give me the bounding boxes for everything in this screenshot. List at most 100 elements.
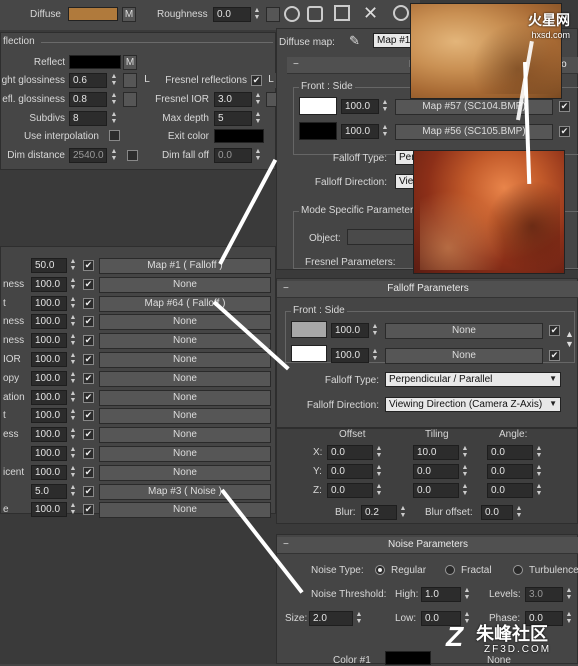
front-amount-input-2[interactable]: 100.0 — [331, 323, 369, 338]
reflect-map-button[interactable]: M — [123, 55, 137, 70]
reset-icon[interactable]: ✕ — [363, 4, 381, 22]
map-slot-enable-checkbox[interactable]: ✔ — [83, 391, 94, 403]
high-spinner[interactable]: ▲ ▼ — [462, 587, 472, 602]
z-tiling-input[interactable]: 0.0 — [413, 483, 459, 498]
refl-glossiness-input[interactable]: 0.8 — [69, 92, 107, 107]
roughness-map-button[interactable] — [266, 7, 280, 22]
side-map-checkbox-2[interactable]: ✔ — [549, 350, 560, 361]
map-slot-enable-checkbox[interactable]: ✔ — [83, 354, 94, 365]
x-tiling-spinner[interactable]: ▲ ▼ — [460, 445, 470, 460]
y-angle-spinner[interactable]: ▲ ▼ — [534, 464, 544, 479]
map-slot-button[interactable]: Map #1 ( Falloff ) — [99, 258, 271, 274]
side-amount-spinner-2[interactable]: ▲ ▼ — [370, 348, 380, 363]
blur-input[interactable]: 0.2 — [361, 505, 397, 520]
assign-material-icon[interactable] — [334, 5, 350, 21]
map-slot-amount-spinner[interactable]: ▲ ▼ — [68, 258, 78, 273]
size-spinner[interactable]: ▲ ▼ — [354, 611, 364, 626]
dim-distance-input[interactable]: 2540.0 — [69, 148, 107, 163]
map-slot-amount-spinner[interactable]: ▲ ▼ — [68, 427, 78, 442]
map-slot-amount-input[interactable]: 100.0 — [31, 427, 67, 443]
max-depth-input[interactable]: 5 — [214, 111, 252, 126]
diffuse-map-button[interactable]: M — [122, 7, 136, 22]
z-offset-spinner[interactable]: ▲ ▼ — [374, 483, 384, 498]
falloff-direction-dropdown-2[interactable]: Viewing Direction (Camera Z-Axis) ▼ — [385, 397, 561, 412]
x-angle-input[interactable]: 0.0 — [487, 445, 533, 460]
map-slot-button[interactable]: None — [99, 352, 271, 368]
side-amount-spinner-1[interactable]: ▲ ▼ — [380, 124, 390, 139]
map-slot-amount-spinner[interactable]: ▲ ▼ — [68, 446, 78, 461]
front-amount-input-1[interactable]: 100.0 — [341, 99, 379, 114]
side-map-checkbox-1[interactable]: ✔ — [559, 126, 570, 137]
front-map-checkbox-2[interactable]: ✔ — [549, 325, 560, 336]
map-slot-amount-input[interactable]: 100.0 — [31, 446, 67, 461]
side-amount-input-1[interactable]: 100.0 — [341, 124, 379, 139]
map-slot-amount-input[interactable]: 5.0 — [31, 483, 67, 499]
fresnel-ior-input[interactable]: 3.0 — [214, 92, 252, 107]
blur-offset-spinner[interactable]: ▲ ▼ — [514, 505, 524, 520]
map-slot-amount-input[interactable]: 100.0 — [31, 333, 67, 349]
map-slot-amount-input[interactable]: 100.0 — [31, 464, 67, 480]
refl-glossiness-spinner[interactable]: ▲ ▼ — [109, 92, 119, 107]
map-slot-enable-checkbox[interactable]: ✔ — [83, 485, 94, 497]
y-offset-spinner[interactable]: ▲ ▼ — [374, 464, 384, 479]
get-material-icon[interactable] — [284, 6, 300, 22]
map-slot-button[interactable]: None — [99, 446, 271, 462]
map-slot-enable-checkbox[interactable]: ✔ — [83, 448, 94, 459]
map-slot-enable-checkbox[interactable]: ✔ — [83, 278, 94, 290]
front-map-button-1[interactable]: Map #57 (SC104.BMP) — [395, 99, 553, 115]
map-slot-amount-spinner[interactable]: ▲ ▼ — [68, 502, 78, 517]
map-slot-amount-input[interactable]: 100.0 — [31, 502, 67, 518]
x-offset-input[interactable]: 0.0 — [327, 445, 373, 460]
map-slot-button[interactable]: None — [99, 370, 271, 387]
map-slot-button[interactable]: None — [99, 389, 271, 406]
z-angle-spinner[interactable]: ▲ ▼ — [534, 483, 544, 498]
map-slot-enable-checkbox[interactable]: ✔ — [83, 466, 94, 478]
z-tiling-spinner[interactable]: ▲ ▼ — [460, 483, 470, 498]
map-slot-amount-input[interactable]: 100.0 — [31, 389, 67, 405]
copy-material-icon[interactable] — [393, 5, 409, 21]
y-angle-input[interactable]: 0.0 — [487, 464, 533, 479]
map-slot-enable-checkbox[interactable]: ✔ — [83, 410, 94, 422]
map-slot-button[interactable]: Map #3 ( Noise ) — [99, 483, 271, 500]
map-slot-button[interactable]: Map #64 ( Falloff ) — [99, 295, 271, 312]
noise-regular-radio[interactable] — [375, 565, 385, 575]
falloff-params-header[interactable]: − Falloff Parameters — [277, 281, 578, 298]
color1-swatch[interactable] — [385, 651, 431, 665]
side-color-swatch-2[interactable] — [291, 345, 327, 362]
map-slot-enable-checkbox[interactable]: ✔ — [83, 429, 94, 441]
y-tiling-spinner[interactable]: ▲ ▼ — [460, 464, 470, 479]
map-slot-enable-checkbox[interactable]: ✔ — [83, 316, 94, 328]
side-amount-input-2[interactable]: 100.0 — [331, 348, 369, 363]
map-slot-amount-spinner[interactable]: ▲ ▼ — [68, 408, 78, 423]
glossiness-spinner[interactable]: ▲ ▼ — [109, 73, 119, 88]
falloff-type-dropdown-2[interactable]: Perpendicular / Parallel ▼ — [385, 372, 561, 387]
noise-params-header[interactable]: − Noise Parameters — [277, 537, 578, 554]
map-slot-enable-checkbox[interactable]: ✔ — [83, 297, 94, 309]
map-slot-amount-spinner[interactable]: ▲ ▼ — [68, 484, 78, 499]
front-map-checkbox-1[interactable]: ✔ — [559, 101, 570, 112]
front-map-button-2[interactable]: None — [385, 323, 543, 339]
object-pick-button[interactable] — [347, 229, 417, 245]
max-depth-spinner[interactable]: ▲ ▼ — [253, 111, 263, 126]
glossiness-input[interactable]: 0.6 — [69, 73, 107, 88]
map-slot-amount-spinner[interactable]: ▲ ▼ — [68, 333, 78, 348]
map-slot-enable-checkbox[interactable]: ✔ — [83, 335, 94, 347]
map-slot-button[interactable]: None — [99, 408, 271, 425]
levels-spinner[interactable]: ▲ ▼ — [564, 587, 574, 602]
dim-distance-checkbox[interactable]: ✔ — [127, 150, 138, 161]
map-slot-amount-spinner[interactable]: ▲ ▼ — [68, 296, 78, 311]
side-map-button-2[interactable]: None — [385, 348, 543, 364]
map-slot-amount-spinner[interactable]: ▲ ▼ — [68, 277, 78, 292]
noise-fractal-radio[interactable] — [445, 565, 455, 575]
subdivs-spinner[interactable]: ▲ ▼ — [109, 111, 119, 126]
map-slot-button[interactable]: None — [99, 464, 271, 481]
use-interpolation-checkbox[interactable]: ✔ — [109, 130, 120, 141]
map-slot-amount-input[interactable]: 100.0 — [31, 314, 67, 330]
map-slot-amount-spinner[interactable]: ▲ ▼ — [68, 390, 78, 405]
roughness-input[interactable]: 0.0 — [213, 7, 251, 22]
map-slot-enable-checkbox[interactable]: ✔ — [83, 260, 94, 271]
map-slot-enable-checkbox[interactable]: ✔ — [83, 372, 94, 384]
map-slot-button[interactable]: None — [99, 276, 271, 293]
map-slot-amount-input[interactable]: 100.0 — [31, 408, 67, 424]
blur-offset-input[interactable]: 0.0 — [481, 505, 513, 520]
